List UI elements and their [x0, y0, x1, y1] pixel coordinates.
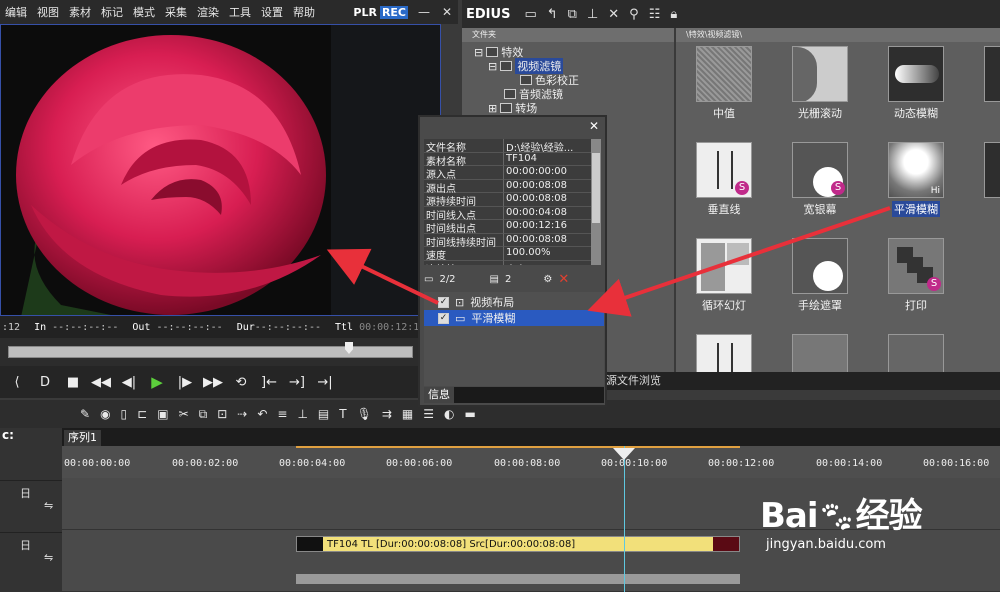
annotation-arrows	[326, 206, 891, 317]
arrow-to-preview	[326, 248, 439, 305]
arrow-to-layer	[587, 206, 891, 317]
